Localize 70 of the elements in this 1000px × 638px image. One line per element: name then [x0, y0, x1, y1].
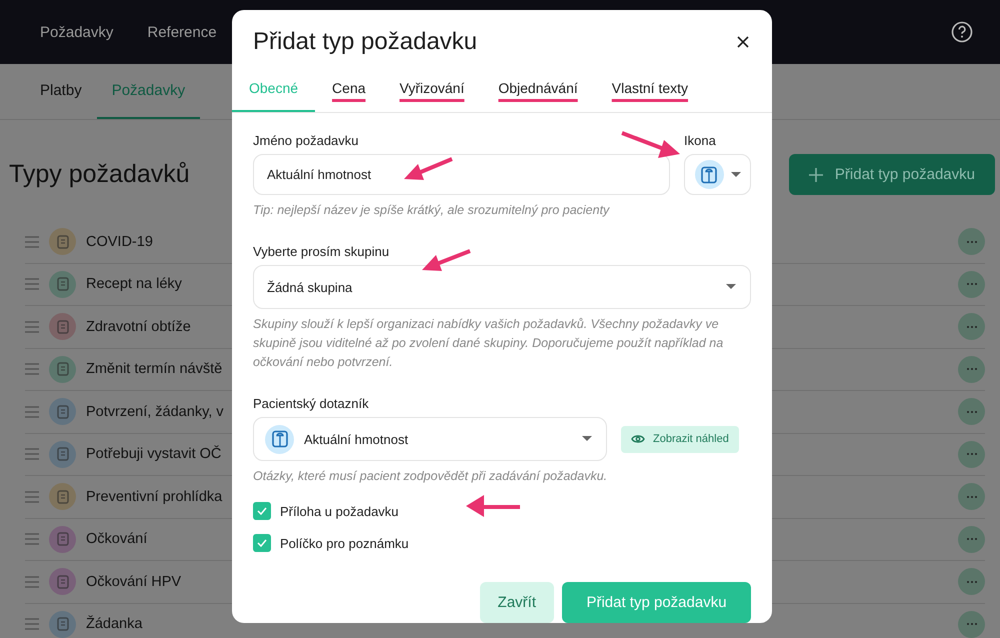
- drag-handle-icon[interactable]: [25, 236, 39, 248]
- dialog-tab[interactable]: Vyřizování: [382, 78, 482, 112]
- dialog-tab[interactable]: Vlastní texty: [594, 78, 706, 112]
- preview-button[interactable]: Zobrazit náhled: [621, 426, 739, 452]
- checkbox[interactable]: [253, 534, 271, 552]
- more-options-icon[interactable]: [958, 228, 985, 256]
- scale-icon: [700, 166, 718, 184]
- check-icon: [257, 539, 267, 547]
- help-icon[interactable]: [951, 21, 973, 43]
- request-type-name: Očkování: [86, 531, 148, 548]
- add-request-type-button[interactable]: Přidat typ požadavku: [788, 154, 995, 195]
- request-type-name: Potřebuji vystavit OČ: [86, 446, 222, 462]
- request-type-name: Recept na léky: [86, 276, 182, 292]
- drag-handle-icon[interactable]: [25, 320, 39, 333]
- more-options-icon[interactable]: [958, 483, 985, 510]
- drag-handle-icon[interactable]: [25, 490, 39, 503]
- more-options-icon[interactable]: [958, 610, 985, 638]
- dialog-tab[interactable]: Objednávání: [481, 78, 595, 112]
- close-icon[interactable]: [736, 35, 750, 49]
- more-options-icon[interactable]: [958, 356, 985, 383]
- drag-handle-icon[interactable]: [25, 406, 39, 418]
- more-options-icon[interactable]: [958, 440, 985, 468]
- drag-handle-icon[interactable]: [25, 278, 39, 290]
- group-select[interactable]: Žádná skupina: [253, 265, 751, 309]
- hint-text: Otázky, které musí pacient zodpovědět při zadávání požadavku.: [253, 468, 608, 485]
- sub-tab[interactable]: Platby: [25, 64, 97, 119]
- field-label: Vyberte prosím skupinu: [253, 244, 390, 259]
- more-options-icon[interactable]: [958, 568, 985, 596]
- close-button[interactable]: Zavřít: [480, 582, 554, 623]
- caret-icon: [582, 436, 592, 442]
- dialog-tab[interactable]: Cena: [315, 78, 383, 112]
- request-type-name: Očkování HPV: [86, 574, 182, 590]
- field-label: Ikona: [684, 133, 717, 148]
- checkbox-label: Příloha u požadavku: [280, 504, 399, 518]
- request-type-name: Preventivní prohlídka: [86, 488, 222, 505]
- drag-handle-icon[interactable]: [25, 618, 39, 630]
- checkbox[interactable]: [253, 502, 271, 520]
- request-type-name: Potvrzení, žádanky, v: [86, 404, 224, 420]
- annotation-arrow: [620, 130, 682, 160]
- more-options-icon[interactable]: [958, 313, 985, 340]
- request-type-name: Změnit termín návště: [86, 361, 222, 378]
- request-type-name: Zdravotní obtíže: [86, 318, 191, 335]
- hint-text: Tip: nejlepší název je spíše krátký, ale srozumitelný pro pacienty: [253, 202, 611, 219]
- more-options-icon[interactable]: [958, 526, 985, 553]
- drag-handle-icon[interactable]: [25, 448, 39, 460]
- scale-icon: [270, 430, 288, 448]
- nav-link[interactable]: Reference: [147, 24, 217, 40]
- field-label: Pacientský dotazník: [253, 396, 370, 411]
- plus-icon: [808, 168, 823, 182]
- caret-icon: [726, 284, 736, 290]
- eye-icon: [631, 434, 645, 444]
- check-icon: [257, 507, 267, 515]
- request-type-name: Žádanka: [86, 616, 142, 632]
- drag-handle-icon[interactable]: [25, 576, 39, 588]
- dialog-title: Přidat typ požadavku: [253, 28, 478, 56]
- more-options-icon[interactable]: [958, 398, 985, 426]
- icon-select[interactable]: [684, 154, 751, 195]
- request-type-name: COVID-19: [86, 234, 153, 250]
- questionnaire-select[interactable]: Aktuální hmotnost: [253, 417, 607, 461]
- field-label: Jméno požadavku: [253, 133, 360, 148]
- drag-handle-icon[interactable]: [25, 533, 39, 546]
- name-input-field[interactable]: Aktuální hmotnost: [253, 154, 670, 195]
- hint-text: Skupiny slouží k lepší organizaci nabídky vašich požadavků. Všechny požadavky ve skupině jsou viditelné až po zvolení dané skupiny. Doporučujeme použít například na očkování nebo potvrzení.: [253, 316, 724, 371]
- caret-icon: [730, 172, 740, 178]
- annotation-arrow: [466, 493, 522, 519]
- checkbox-label: Políčko pro poznámku: [280, 536, 409, 550]
- more-options-icon[interactable]: [958, 270, 985, 298]
- drag-handle-icon[interactable]: [25, 363, 39, 376]
- page-title: Typy požadavků: [9, 160, 190, 189]
- nav-link[interactable]: Požadavky: [40, 24, 114, 40]
